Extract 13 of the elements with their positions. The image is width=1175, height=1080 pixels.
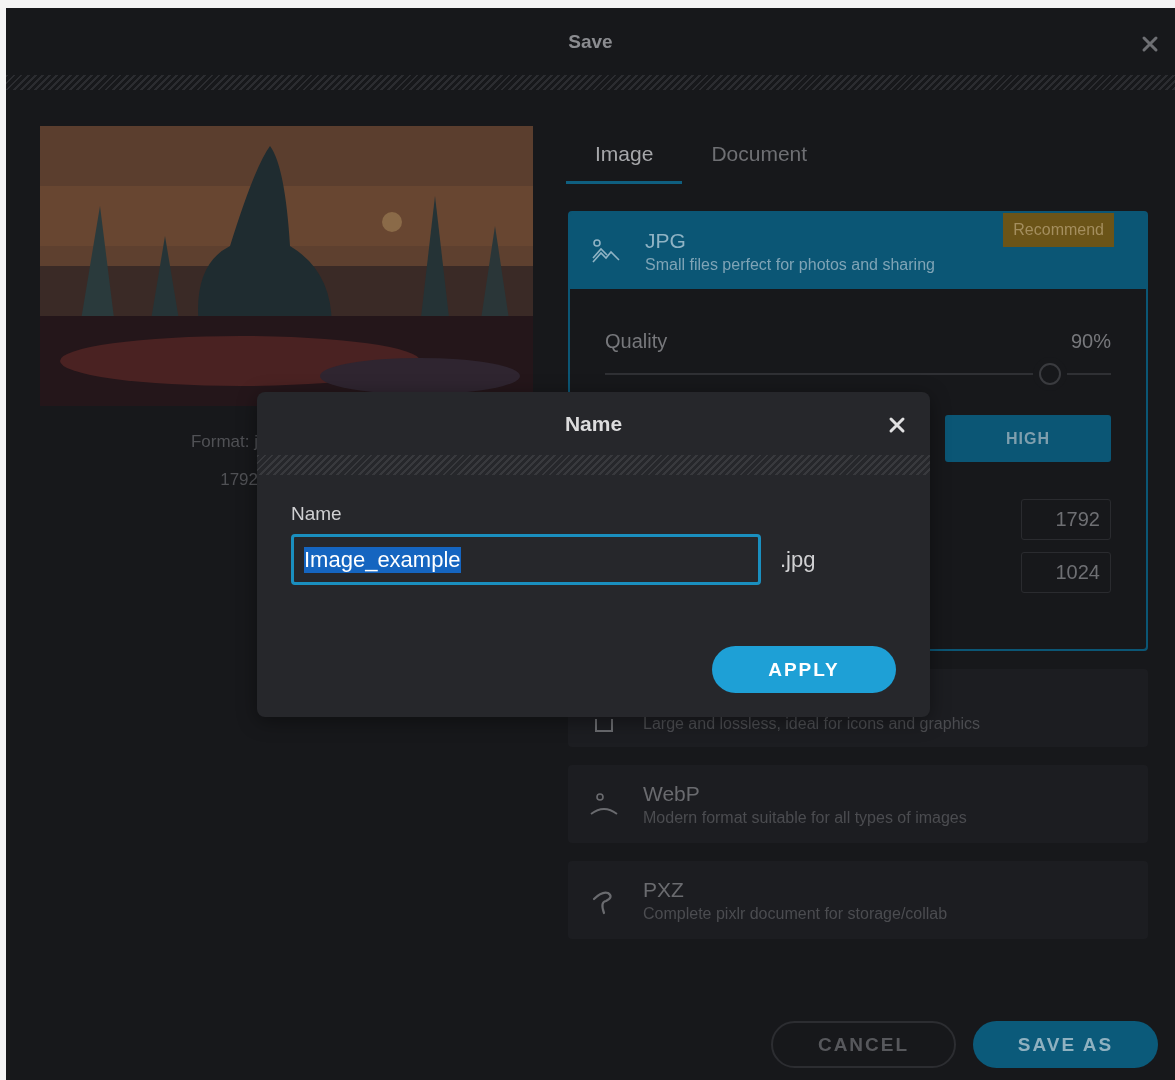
recommend-badge: Recommend [1003, 213, 1114, 247]
size-text: 1792 [220, 470, 258, 490]
format-title: JPG [645, 228, 687, 253]
window-title: Save [568, 30, 613, 53]
file-extension: .jpg [780, 546, 816, 573]
format-title: PXZ [643, 877, 685, 902]
selected-text: Image_example [304, 546, 461, 573]
quality-label: Quality [605, 330, 668, 353]
format-title: WebP [643, 781, 701, 806]
field-label: Name [291, 503, 343, 525]
quality-value: 90% [1070, 330, 1111, 353]
format-description: Small files perfect for photos and sharing [645, 255, 935, 274]
dialog-title: Name [564, 411, 623, 436]
